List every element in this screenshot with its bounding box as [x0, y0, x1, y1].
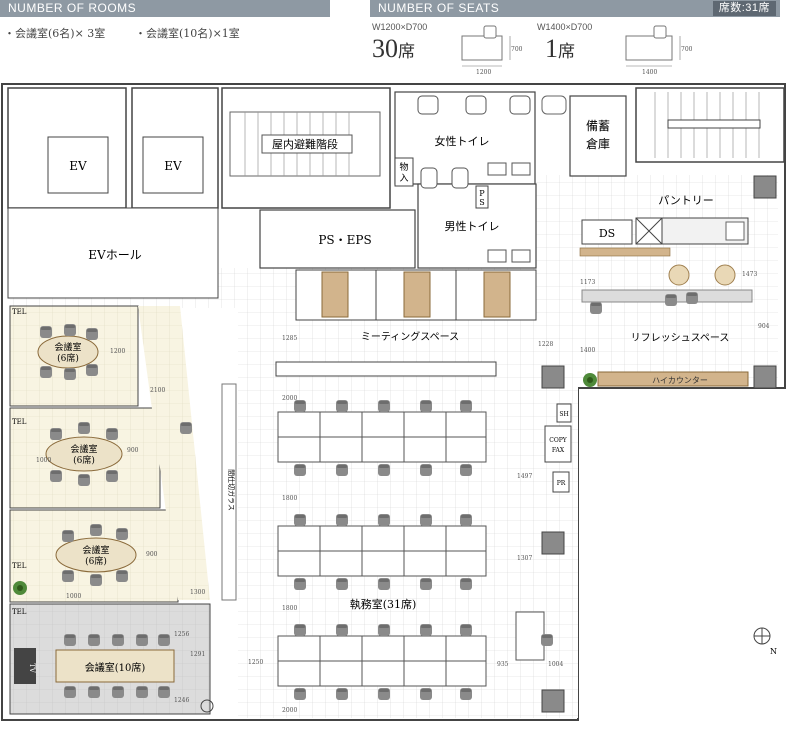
conf-2-label-b: (6席): [73, 454, 95, 466]
svg-text:1250: 1250: [248, 659, 263, 666]
round-table-1: [668, 264, 690, 286]
conf-3-label-a: 会議室: [82, 544, 109, 556]
svg-text:1307: 1307: [517, 555, 532, 562]
seat-count-2-unit: 席: [558, 42, 575, 62]
desk-2-width: 1400: [642, 69, 657, 76]
svg-text:2100: 2100: [150, 387, 165, 394]
tel-label-3: TEL: [12, 562, 27, 570]
tel-label-1: TEL: [12, 308, 27, 316]
conf-2-label-a: 会議室: [70, 443, 97, 455]
svg-text:904: 904: [758, 323, 770, 330]
mens-toilet-label: 男性トイレ: [445, 219, 500, 233]
ds-label: DS: [599, 227, 615, 240]
svg-text:1000: 1000: [66, 593, 81, 600]
conf-3-label-b: (6席): [85, 555, 107, 567]
seat-count-1-value: 30: [372, 34, 398, 63]
seats-header: NUMBER OF SEATS 席数:31席: [370, 0, 780, 17]
svg-text:1300: 1300: [190, 589, 205, 596]
rooms-header: NUMBER OF ROOMS: [0, 0, 330, 17]
refresh-space-label: リフレッシュスペース: [631, 333, 730, 344]
svg-text:1000: 1000: [36, 457, 51, 464]
ev-2-label: EV: [164, 159, 182, 173]
pr-label: PR: [557, 480, 566, 487]
conf-1-label-b: (6席): [57, 352, 79, 364]
ps-small-label: P: [479, 189, 485, 198]
svg-text:1004: 1004: [548, 661, 563, 668]
plant-icon-1: [583, 373, 597, 387]
ps-small-label2: S: [479, 198, 484, 207]
svg-text:900: 900: [127, 447, 139, 454]
svg-text:1246: 1246: [174, 697, 189, 704]
pantry-label: パントリー: [658, 194, 714, 207]
tv-label: TV: [28, 663, 36, 674]
glass-label: 間仕切ガラス: [227, 469, 236, 511]
svg-text:1497: 1497: [517, 473, 532, 480]
svg-text:1473: 1473: [742, 271, 757, 278]
copy-fax: [544, 425, 572, 463]
north-label: N: [770, 647, 777, 656]
meeting-booths: [295, 269, 537, 321]
seats-header-title: NUMBER OF SEATS: [378, 1, 500, 15]
tel-label-2: TEL: [12, 418, 27, 426]
standing-chairs-icon: [180, 422, 192, 434]
copy-label: COPY: [549, 437, 568, 444]
svg-text:1228: 1228: [538, 341, 553, 348]
svg-text:2000: 2000: [282, 395, 297, 402]
desk-2-depth: 700: [681, 46, 692, 53]
seat-count-1: 30席: [372, 34, 415, 64]
storage-small-label2: 入: [399, 173, 408, 184]
seat-spec-1: W1200×D700: [372, 22, 428, 32]
ev-1-label: EV: [69, 159, 87, 173]
storage-room: [569, 95, 627, 177]
manager-desk: [515, 611, 545, 661]
meeting-space-label: ミーティングスペース: [361, 330, 459, 343]
storage-small-label: 物: [399, 161, 408, 173]
ev-hall-label: EVホール: [88, 248, 141, 262]
svg-text:1800: 1800: [282, 495, 297, 502]
north-arrow-icon: N: [753, 627, 777, 656]
room-count-10: ・会議室(10名)×1室: [135, 27, 240, 40]
desk-1-depth: 700: [511, 46, 523, 53]
stairs-left-label: 屋内避難階段: [272, 137, 338, 151]
womens-toilet-label: 女性トイレ: [435, 134, 490, 148]
conf-10-label: 会議室(10席): [85, 661, 146, 674]
desk-icon-1200: 1200 700: [461, 25, 523, 76]
ps-eps-label: PS・EPS: [318, 233, 371, 247]
seat-count-2: 1席: [545, 34, 575, 64]
svg-text:1800: 1800: [282, 605, 297, 612]
seat-count-2-value: 1: [545, 34, 558, 63]
svg-text:1173: 1173: [580, 279, 595, 286]
plant-icon-2: [13, 581, 27, 595]
svg-text:1256: 1256: [174, 631, 189, 638]
sh-label: SH: [559, 411, 568, 418]
rooms-header-title: NUMBER OF ROOMS: [8, 1, 137, 15]
svg-text:1291: 1291: [190, 651, 205, 658]
svg-text:1285: 1285: [282, 335, 297, 342]
desk-row-1: [277, 411, 487, 463]
high-counter-label: ハイカウンター: [652, 376, 708, 385]
svg-text:2000: 2000: [282, 707, 297, 714]
fax-label: FAX: [552, 447, 565, 454]
seat-count-1-unit: 席: [398, 42, 415, 62]
floor-plan: EV EV EVホール 屋内避難階段 PS・EPS 女性トイレ 男性トイレ 物 …: [1, 83, 786, 721]
total-seats-badge: 席数:31席: [712, 1, 776, 16]
office-label: 執務室(31席): [350, 597, 417, 611]
desk-1-width: 1200: [476, 69, 491, 76]
round-table-2: [714, 264, 736, 286]
svg-text:935: 935: [497, 661, 509, 668]
pantry-floor: [536, 175, 778, 385]
storage-label-1: 備蓄: [586, 118, 610, 133]
storage-label-2: 倉庫: [586, 136, 610, 151]
svg-text:1400: 1400: [580, 347, 595, 354]
seat-spec-2: W1400×D700: [537, 22, 593, 32]
svg-text:1200: 1200: [110, 348, 125, 355]
tel-label-4: TEL: [12, 608, 27, 616]
svg-text:900: 900: [146, 551, 158, 558]
desk-row-3: [277, 635, 487, 687]
desk-row-2: [277, 525, 487, 577]
desk-icon-1400: 1400 700: [625, 25, 692, 76]
room-count-6: ・会議室(6名)× 3室: [4, 27, 106, 40]
conf-1-label-a: 会議室: [54, 341, 81, 353]
